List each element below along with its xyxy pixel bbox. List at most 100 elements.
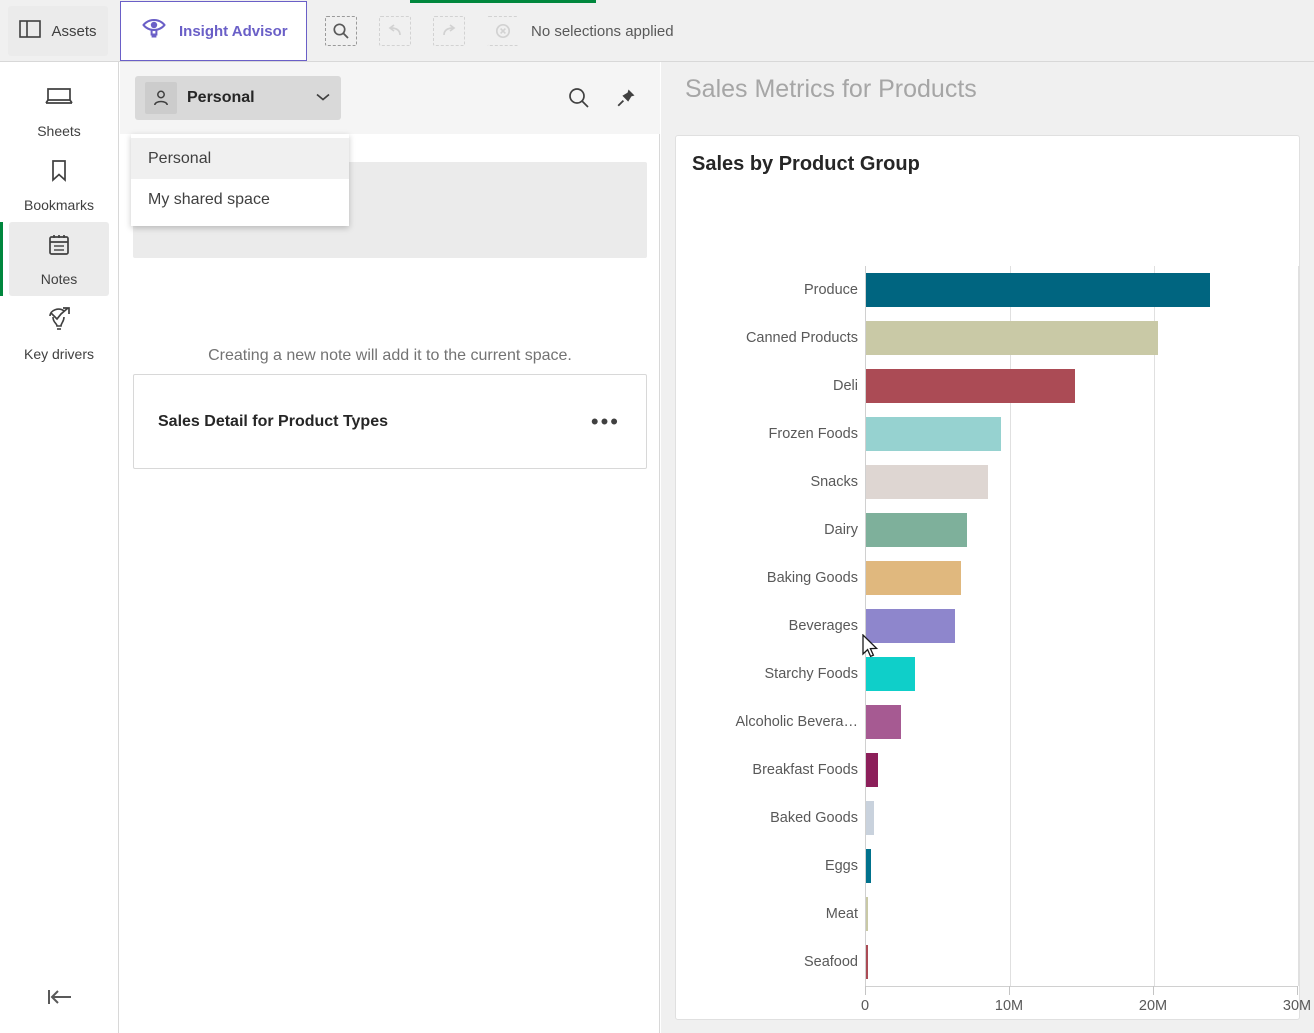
sheets-icon [45, 84, 73, 115]
bar-row[interactable] [866, 794, 1297, 842]
sidebar-item-label: Key drivers [23, 345, 95, 362]
assets-button[interactable]: Assets [8, 6, 108, 56]
dropdown-item-my-shared-space[interactable]: My shared space [131, 179, 349, 220]
x-axis-tick-label: 30M [1282, 998, 1312, 1014]
sidebar-item-label: Notes [40, 270, 78, 287]
bar-row[interactable] [866, 602, 1297, 650]
y-axis-tick-label[interactable]: Meat [676, 890, 865, 938]
x-axis-tick [1297, 986, 1298, 995]
y-axis-tick-label[interactable]: Breakfast Foods [676, 746, 865, 794]
sidebar-item-label: Sheets [37, 122, 81, 139]
y-axis-tick-label[interactable]: Beverages [676, 602, 865, 650]
bar[interactable] [866, 753, 878, 787]
y-axis-tick-label[interactable]: Snacks [676, 458, 865, 506]
bar-row[interactable] [866, 650, 1297, 698]
space-selector-value: Personal [187, 89, 255, 106]
y-axis-tick-label[interactable]: Alcoholic Bevera… [676, 698, 865, 746]
y-axis-tick-label[interactable]: Frozen Foods [676, 410, 865, 458]
bar[interactable] [866, 369, 1075, 403]
bar[interactable] [866, 561, 962, 595]
bookmark-icon [47, 158, 71, 189]
insight-advisor-tab-label: Insight Advisor [179, 22, 288, 40]
more-options-icon[interactable]: ••• [591, 410, 620, 432]
y-axis-tick-label[interactable]: Dairy [676, 506, 865, 554]
dropdown-item-label: Personal [148, 149, 212, 167]
y-axis-tick-label[interactable]: Baked Goods [676, 794, 865, 842]
chart-title: Sales by Product Group [692, 153, 920, 175]
empty-state-hint: Creating a new note will add it to the c… [208, 347, 572, 364]
top-toolbar: Assets Insight Advisor No selections app… [0, 0, 1314, 62]
y-axis-tick-label[interactable]: Seafood [676, 938, 865, 986]
redo-button[interactable] [433, 16, 465, 46]
bar[interactable] [866, 897, 869, 931]
notes-header-actions [567, 76, 637, 120]
list-item[interactable]: Sales Detail for Product Types ••• [133, 374, 647, 469]
x-axis-tick-label: 0 [860, 998, 870, 1014]
bar[interactable] [866, 657, 915, 691]
bar[interactable] [866, 321, 1159, 355]
bar[interactable] [866, 801, 874, 835]
selection-toolbar [325, 0, 519, 62]
x-axis-line [865, 986, 1297, 987]
panel-layout-icon [19, 19, 42, 44]
selection-status-text: No selections applied [531, 22, 674, 40]
bar[interactable] [866, 849, 872, 883]
bar-row[interactable] [866, 410, 1297, 458]
bar[interactable] [866, 273, 1211, 307]
bar-row[interactable] [866, 314, 1297, 362]
bar-row[interactable] [866, 746, 1297, 794]
assets-button-label: Assets [51, 22, 97, 40]
bars-area[interactable] [865, 266, 1299, 986]
dropdown-item-personal[interactable]: Personal [131, 138, 349, 179]
chart-card[interactable]: Sales by Product Group Produce Canned Pro… [675, 135, 1311, 1033]
collapse-left-icon [45, 986, 75, 1013]
search-icon[interactable] [567, 86, 591, 110]
bar-row[interactable] [866, 842, 1297, 890]
sidebar-item-key-drivers[interactable]: Key drivers [9, 296, 109, 370]
sidebar-item-bookmarks[interactable]: Bookmarks [9, 148, 109, 222]
sidebar-item-notes[interactable]: Notes [0, 222, 109, 296]
bar[interactable] [866, 417, 1002, 451]
y-axis-tick-label[interactable]: Starchy Foods [676, 650, 865, 698]
x-axis-tick [1153, 986, 1154, 995]
bar-row[interactable] [866, 266, 1297, 314]
pin-icon[interactable] [615, 87, 637, 109]
bar-row[interactable] [866, 362, 1297, 410]
left-navigation-rail: Sheets Bookmarks Notes Key drivers [0, 62, 119, 1033]
y-axis-tick-label[interactable]: Baking Goods [676, 554, 865, 602]
space-selector-dropdown: Personal My shared space [131, 134, 349, 226]
sidebar-item-label: Bookmarks [23, 196, 95, 213]
bar[interactable] [866, 513, 967, 547]
bar-row[interactable] [866, 506, 1297, 554]
bar[interactable] [866, 945, 868, 979]
bar-row[interactable] [866, 554, 1297, 602]
bar-row[interactable] [866, 938, 1297, 986]
space-selector[interactable]: Personal [135, 76, 341, 120]
y-axis-tick-label[interactable]: Canned Products [676, 314, 865, 362]
page-title: Sales Metrics for Products [685, 75, 977, 103]
bar-row[interactable] [866, 698, 1297, 746]
clear-selections-button[interactable] [487, 16, 519, 46]
x-axis-tick-label: 10M [994, 998, 1024, 1014]
undo-button[interactable] [379, 16, 411, 46]
bar-row[interactable] [866, 458, 1297, 506]
insight-advisor-tab[interactable]: Insight Advisor [120, 1, 307, 61]
notes-calendar-icon [46, 232, 72, 263]
y-axis-tick-label[interactable]: Eggs [676, 842, 865, 890]
y-axis-tick-label[interactable]: Produce [676, 266, 865, 314]
note-title: Sales Detail for Product Types [158, 412, 388, 430]
sidebar-item-sheets[interactable]: Sheets [9, 74, 109, 148]
insight-advisor-bulb-icon [141, 16, 167, 47]
collapse-rail-button[interactable] [0, 975, 119, 1023]
bar[interactable] [866, 609, 956, 643]
bar-chart[interactable]: Produce Canned Products Deli Frozen Foods Sn… [676, 198, 1311, 1033]
active-sheet-accent-bar [410, 0, 596, 3]
x-axis-tick-label: 20M [1138, 998, 1168, 1014]
y-axis-tick-label[interactable]: Deli [676, 362, 865, 410]
selections-tool-button[interactable] [325, 16, 357, 46]
main-content: Sales Metrics for Products Sales by Prod… [661, 62, 1314, 1033]
person-icon [145, 82, 177, 114]
bar[interactable] [866, 465, 989, 499]
bar[interactable] [866, 705, 901, 739]
bar-row[interactable] [866, 890, 1297, 938]
